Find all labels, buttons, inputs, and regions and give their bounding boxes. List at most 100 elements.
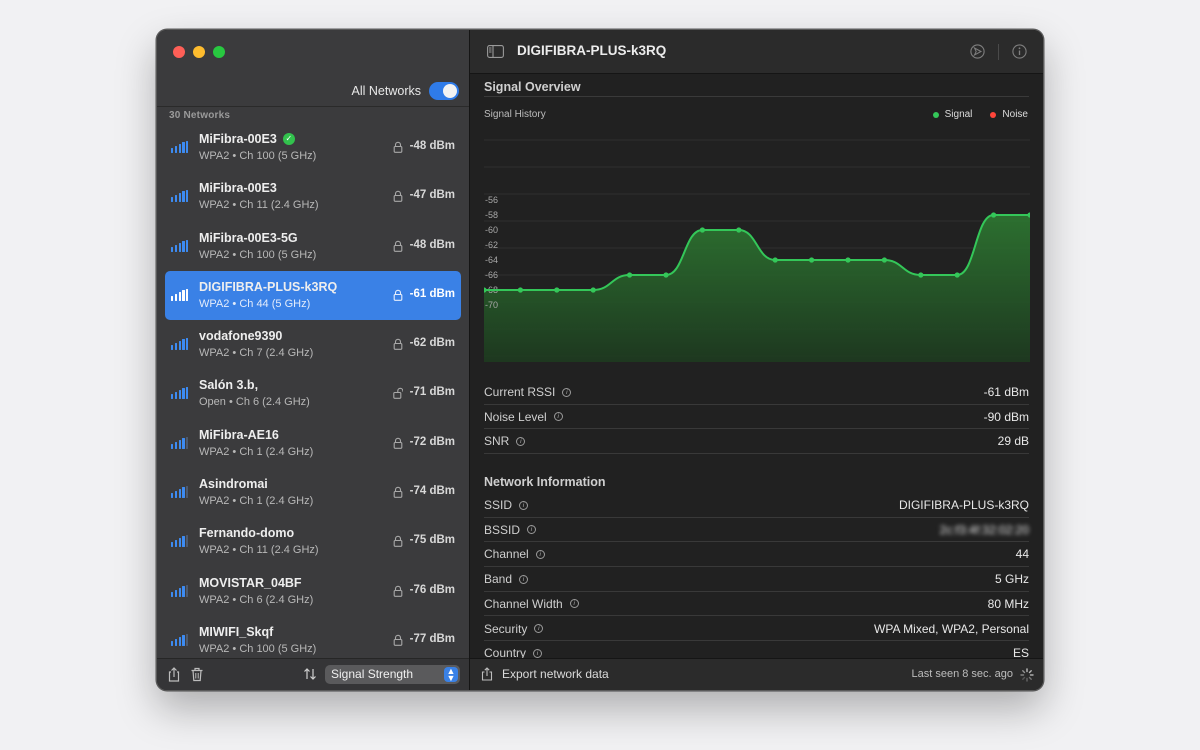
signal-data-point bbox=[627, 272, 633, 278]
y-tick-label: -66 bbox=[485, 270, 498, 280]
signal-data-point bbox=[772, 257, 778, 263]
network-list-item[interactable]: MiFibra-AE16 WPA2 • Ch 1 (2.4 GHz) -72 dBm bbox=[165, 419, 461, 468]
signal-data-point bbox=[554, 287, 560, 293]
info-row-value: WPA Mixed, WPA2, Personal bbox=[874, 621, 1029, 636]
network-name: MOVISTAR_04BF bbox=[199, 575, 302, 590]
y-tick-label: -58 bbox=[485, 210, 498, 220]
export-icon bbox=[481, 667, 493, 681]
close-button[interactable] bbox=[173, 46, 185, 58]
y-tick-label: -70 bbox=[485, 300, 498, 310]
all-networks-control: All Networks bbox=[352, 82, 459, 100]
wifi-signal-bars-icon bbox=[171, 486, 189, 499]
noise-legend-dot bbox=[990, 111, 997, 118]
info-row-label: SNR i bbox=[484, 434, 526, 448]
trash-icon[interactable] bbox=[190, 667, 204, 682]
network-rssi: -77 dBm bbox=[409, 632, 455, 645]
network-name: Fernando-domo bbox=[199, 526, 295, 541]
info-icon[interactable]: i bbox=[519, 500, 529, 510]
network-details: WPA2 • Ch 11 (2.4 GHz) bbox=[199, 544, 319, 557]
info-icon[interactable]: i bbox=[527, 525, 537, 535]
lock-icon bbox=[393, 486, 403, 498]
info-icon[interactable]: i bbox=[569, 599, 579, 609]
sort-order-icon[interactable] bbox=[303, 667, 317, 681]
toolbar: DIGIFIBRA-PLUS-k3RQ bbox=[470, 30, 1043, 74]
info-icon[interactable] bbox=[1012, 44, 1027, 59]
share-icon[interactable] bbox=[167, 667, 181, 682]
loading-spinner-icon bbox=[1020, 668, 1034, 682]
info-icon[interactable]: i bbox=[519, 574, 529, 584]
signal-overview-heading: Signal Overview bbox=[484, 80, 581, 94]
info-icon[interactable]: i bbox=[553, 412, 563, 422]
network-count: 30 Networks bbox=[169, 110, 231, 121]
info-row-label: Band i bbox=[484, 572, 529, 586]
y-tick-label: -64 bbox=[485, 255, 498, 265]
network-name: Salón 3.b, bbox=[199, 378, 259, 393]
network-list-item[interactable]: DIGIFIBRA-PLUS-k3RQ WPA2 • Ch 44 (5 GHz) -… bbox=[165, 270, 461, 321]
network-list-item[interactable]: MOVISTAR_04BF WPA2 • Ch 6 (2.4 GHz) -76 dB… bbox=[165, 567, 461, 616]
info-row-value: 2c:f3:4f:32:02:20 bbox=[939, 522, 1029, 537]
signal-data-point bbox=[881, 257, 887, 263]
network-details: WPA2 • Ch 100 (5 GHz) bbox=[199, 642, 317, 655]
wifi-signal-bars-icon bbox=[171, 288, 189, 301]
all-networks-toggle[interactable] bbox=[429, 82, 459, 100]
lock-icon bbox=[393, 289, 403, 301]
info-row: SNR i 29 dB bbox=[484, 429, 1029, 455]
network-details: WPA2 • Ch 44 (5 GHz) bbox=[199, 297, 311, 310]
info-row-value: DIGIFIBRA-PLUS-k3RQ bbox=[898, 498, 1029, 512]
section-divider bbox=[484, 96, 1029, 97]
lock-icon bbox=[393, 536, 403, 548]
network-list-item[interactable]: Salón 3.b, Open • Ch 6 (2.4 GHz) -71 dBm bbox=[165, 369, 461, 418]
info-row-value: 44 bbox=[1015, 547, 1029, 562]
info-row-label: Channel Width i bbox=[484, 597, 579, 611]
detail-pane: DIGIFIBRA-PLUS-k3RQ Signal Overview Sign… bbox=[470, 30, 1043, 690]
info-row: BSSID i 2c:f3:4f:32:02:20 bbox=[484, 518, 1029, 543]
network-list-item[interactable]: vodafone9390 WPA2 • Ch 7 (2.4 GHz) -62 dBm bbox=[165, 320, 461, 369]
info-row-value: 29 dB bbox=[997, 434, 1029, 449]
sidebar-toggle-icon[interactable] bbox=[487, 45, 504, 58]
info-icon[interactable]: i bbox=[534, 624, 544, 633]
network-name: MiFibra-00E3-5G bbox=[199, 230, 298, 245]
network-list-item[interactable]: MiFibra-00E3 ✓ WPA2 • Ch 100 (5 GHz) -48 dB… bbox=[165, 123, 461, 172]
info-row-value: 5 GHz bbox=[994, 572, 1029, 587]
y-tick-label: -62 bbox=[485, 240, 498, 250]
wifi-signal-bars-icon bbox=[171, 141, 189, 153]
network-information-heading: Network Information bbox=[484, 475, 606, 489]
signal-data-point bbox=[663, 272, 669, 278]
network-details: WPA2 • Ch 100 (5 GHz) bbox=[199, 248, 317, 261]
network-list-item[interactable]: Fernando-domo WPA2 • Ch 11 (2.4 GHz) -75 d… bbox=[165, 517, 461, 566]
wifi-signal-bars-icon bbox=[171, 338, 189, 351]
toolbar-divider bbox=[998, 44, 999, 60]
info-row: Channel i 44 bbox=[484, 542, 1029, 568]
wifi-signal-bars-icon bbox=[171, 584, 189, 597]
info-row: Current RSSI i -61 dBm bbox=[484, 380, 1029, 405]
network-list-item[interactable]: Asindromai WPA2 • Ch 1 (2.4 GHz) -74 dBm bbox=[165, 468, 461, 517]
wifi-signal-bars-icon bbox=[171, 239, 189, 252]
info-icon[interactable]: i bbox=[516, 436, 526, 446]
network-name: MiFibra-00E3 ✓ bbox=[199, 132, 295, 146]
info-icon[interactable]: i bbox=[562, 387, 572, 397]
sort-select-value: Signal Strength bbox=[331, 667, 414, 681]
network-name: MiFibra-00E3 bbox=[199, 181, 277, 196]
network-list-item[interactable]: MiFibra-00E3-5G WPA2 • Ch 100 (5 GHz) -48 … bbox=[165, 222, 461, 271]
info-row-label: BSSID i bbox=[484, 523, 537, 537]
network-name: vodafone9390 bbox=[199, 329, 283, 344]
lock-icon bbox=[393, 634, 403, 646]
navigation-icon[interactable] bbox=[970, 44, 985, 59]
network-name: DIGIFIBRA-PLUS-k3RQ bbox=[199, 279, 338, 294]
info-icon[interactable]: i bbox=[533, 648, 543, 658]
info-icon[interactable]: i bbox=[535, 549, 545, 559]
info-row-value: 80 MHz bbox=[987, 596, 1029, 611]
export-button[interactable]: Export network data bbox=[481, 667, 609, 681]
zoom-button[interactable] bbox=[213, 46, 225, 58]
minimize-button[interactable] bbox=[193, 46, 205, 58]
network-rssi: -75 dBm bbox=[409, 534, 455, 547]
network-list-item[interactable]: MiFibra-00E3 WPA2 • Ch 11 (2.4 GHz) -47 dB… bbox=[165, 172, 461, 221]
network-name: MIWIFI_Skqf bbox=[199, 624, 274, 639]
network-rssi: -72 dBm bbox=[409, 435, 455, 448]
network-rssi: -47 dBm bbox=[409, 189, 455, 202]
signal-data-point bbox=[699, 227, 705, 233]
network-name: MiFibra-AE16 bbox=[199, 427, 279, 442]
sort-select[interactable]: Signal Strength ▲ ▼ bbox=[325, 665, 460, 684]
network-details: WPA2 • Ch 1 (2.4 GHz) bbox=[199, 445, 314, 458]
network-details: WPA2 • Ch 6 (2.4 GHz) bbox=[199, 593, 314, 606]
